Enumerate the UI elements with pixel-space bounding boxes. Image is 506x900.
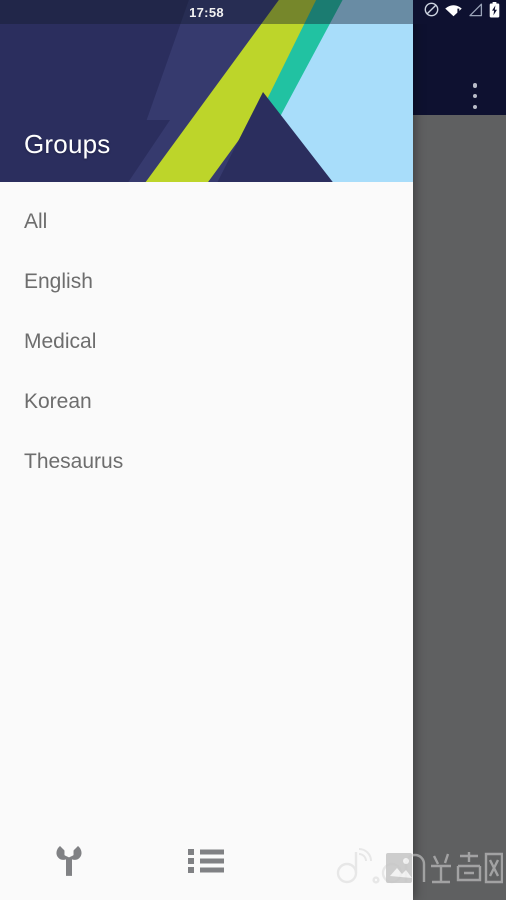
do-not-disturb-icon [424, 2, 439, 22]
drawer-bottom-bar [0, 822, 413, 900]
group-item-label: English [24, 270, 93, 293]
status-bar-clock: 17:58 [189, 4, 224, 20]
overflow-menu-icon[interactable] [464, 80, 486, 112]
group-item-label: Korean [24, 390, 92, 413]
overflow-dot [472, 104, 478, 109]
overflow-dot [472, 93, 478, 99]
battery-charging-icon [489, 1, 500, 23]
group-item-medical[interactable]: Medical [0, 312, 413, 372]
wifi-warning-icon [445, 3, 462, 22]
group-item-english[interactable]: English [0, 252, 413, 312]
drawer-header-artwork: Groups [0, 0, 413, 182]
group-item-label: Medical [24, 330, 97, 353]
status-bar: 17:58 [0, 0, 506, 24]
status-bar-icons [424, 0, 500, 24]
phone-screen: Groups All English Medical Korean Thesau… [0, 0, 506, 900]
group-item-korean[interactable]: Korean [0, 372, 413, 432]
settings-wrench-button[interactable] [0, 822, 137, 900]
drawer-title: Groups [24, 129, 111, 159]
group-item-label: All [24, 210, 48, 233]
overflow-dot [472, 83, 478, 88]
list-view-button[interactable] [137, 822, 274, 900]
group-item-all[interactable]: All [0, 192, 413, 252]
list-icon [187, 847, 224, 875]
group-list: All English Medical Korean Thesaurus [0, 182, 413, 822]
navigation-drawer: Groups All English Medical Korean Thesau… [0, 0, 413, 900]
group-item-label: Thesaurus [24, 450, 124, 473]
wrench-icon [54, 845, 84, 877]
cellular-signal-icon [468, 3, 483, 22]
group-item-thesaurus[interactable]: Thesaurus [0, 432, 413, 492]
